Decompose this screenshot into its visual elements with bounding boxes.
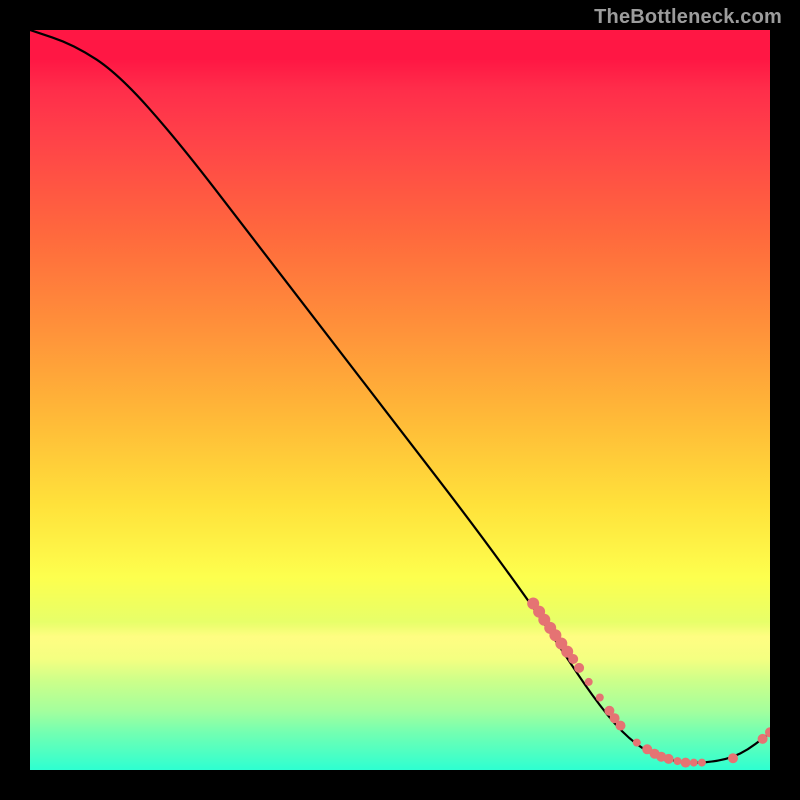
data-points-group	[527, 598, 770, 768]
data-point	[664, 754, 674, 764]
data-point	[728, 753, 738, 763]
data-point	[690, 759, 698, 767]
data-point	[585, 678, 593, 686]
watermark-text: TheBottleneck.com	[594, 6, 782, 29]
data-point	[698, 759, 706, 767]
plot-area	[30, 30, 770, 770]
data-point	[633, 739, 641, 747]
data-point	[596, 694, 604, 702]
dot-layer	[30, 30, 770, 770]
data-point	[681, 758, 691, 768]
data-point	[574, 663, 584, 673]
data-point	[568, 654, 578, 664]
data-point	[616, 721, 626, 731]
data-point	[674, 757, 682, 765]
chart-stage: TheBottleneck.com	[0, 0, 800, 800]
